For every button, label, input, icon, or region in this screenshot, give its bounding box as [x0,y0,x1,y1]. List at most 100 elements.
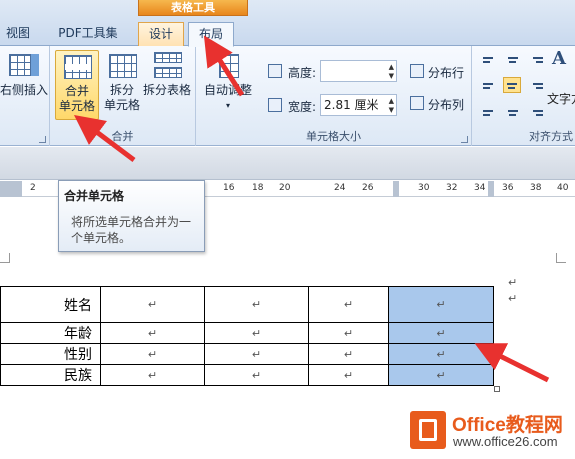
ruler-tick: 26 [362,183,374,193]
table-cell[interactable]: ↵ [308,322,389,344]
align-middle-right-icon[interactable] [528,78,546,94]
table-cell-label[interactable]: 民族 [0,364,101,386]
word-table[interactable]: 姓名 ↵ ↵ ↵ ↵ 年龄 ↵ ↵ ↵ ↵ 性别 ↵ ↵ ↵ ↵ 民族 ↵ ↵ … [0,286,494,386]
table-row: 年龄 ↵ ↵ ↵ ↵ [0,322,494,344]
table-cell[interactable]: ↵ [100,322,205,344]
alignment-group-label: 对齐方式 [529,130,573,143]
align-middle-center-icon[interactable] [503,77,521,93]
table-cell-selected[interactable]: ↵ [388,286,494,323]
insert-right-icon [9,50,39,80]
ribbon-layout-panel: 右侧插入 合并 单元格 拆分 单元格 拆分表格 合并 自动调整 ▾ 高度: ▲ … [0,46,575,146]
ribbon-footer-band [0,147,575,180]
text-direction-icon: A [552,48,566,69]
distribute-cols-icon [410,96,424,110]
split-cells-label-2: 单元格 [103,98,140,112]
merge-cells-tooltip: 合并单元格 将所选单元格合并为一个单元格。 [58,180,205,252]
tooltip-title: 合并单元格 [64,189,125,203]
page-corner-mark [556,253,566,263]
alignment-group: A 文字方 对齐方式 [472,46,575,146]
tab-design[interactable]: 设计 [138,22,184,46]
table-cell[interactable]: ↵ [204,322,309,344]
align-bottom-left-icon[interactable] [480,102,498,118]
ruler-tick: 18 [252,183,264,193]
watermark-url: www.office26.com [453,434,558,449]
tooltip-body: 将所选单元格合并为一个单元格。 [71,215,192,245]
table-cell[interactable]: ↵ [204,286,309,323]
ruler-tick: 24 [334,183,346,193]
insert-right-button[interactable]: 右侧插入 [0,50,48,98]
ruler-left-margin [0,181,22,197]
row-end-mark: ↵ [508,276,518,289]
cell-size-group-label: 单元格大小 [306,130,361,143]
distribute-rows-button[interactable]: 分布行 [428,64,464,81]
column-width-icon [268,98,282,112]
table-row: 姓名 ↵ ↵ ↵ ↵ [0,286,494,323]
width-input[interactable]: 2.81 厘米 ▲ ▼ [320,94,397,116]
split-cells-button[interactable]: 拆分 单元格 [102,50,142,113]
distribute-cols-button[interactable]: 分布列 [428,96,464,113]
width-value: 2.81 厘米 [324,98,379,112]
ruler-tick: 36 [502,183,514,193]
ruler-column-marker[interactable] [393,181,399,197]
height-up-icon[interactable]: ▲ [389,63,394,71]
height-label: 高度: [288,66,317,80]
table-row: 民族 ↵ ↵ ↵ ↵ [0,364,494,386]
table-tools-contextual-band: 表格工具 [138,0,248,16]
align-top-right-icon[interactable] [528,54,546,70]
ruler-column-marker[interactable] [488,181,494,197]
tab-pdf-tools[interactable]: PDF工具集 [48,22,128,46]
table-cell[interactable]: ↵ [308,343,389,365]
split-table-button[interactable]: 拆分表格 [142,50,192,98]
width-label: 宽度: [288,100,317,114]
row-height-icon [268,64,282,78]
tab-view[interactable]: 视图 [0,22,36,46]
ribbon-tab-strip: 表格工具 视图 PDF工具集 设计 布局 [0,0,575,47]
ruler-tick: 30 [418,183,430,193]
split-table-icon [152,50,182,80]
table-cell[interactable]: ↵ [308,364,389,386]
ruler-tick: 32 [446,183,458,193]
ruler-tick: 38 [530,183,542,193]
align-top-left-icon[interactable] [480,54,498,70]
rows-columns-group: 右侧插入 [0,46,50,146]
height-down-icon[interactable]: ▼ [389,72,394,80]
table-cell-label[interactable]: 姓名 [0,286,101,323]
merge-cells-icon [62,51,92,81]
ruler-tick: 34 [474,183,486,193]
height-input[interactable]: ▲ ▼ [320,60,397,82]
align-bottom-right-icon[interactable] [528,102,546,118]
autofit-button[interactable]: 自动调整 ▾ [202,50,254,113]
autofit-label: 自动调整 [203,83,252,97]
table-cell-selected[interactable]: ↵ [388,364,494,386]
cell-size-launcher-icon[interactable] [461,136,468,143]
split-table-label: 拆分表格 [142,83,191,97]
table-cell[interactable]: ↵ [100,343,205,365]
table-cell[interactable]: ↵ [204,364,309,386]
width-down-icon[interactable]: ▼ [389,106,394,114]
autofit-dropdown-icon[interactable]: ▾ [202,98,254,113]
width-up-icon[interactable]: ▲ [389,97,394,105]
merge-cells-label-2: 单元格 [58,99,95,113]
merge-group-label: 合并 [111,130,134,143]
table-cell-label[interactable]: 年龄 [0,322,101,344]
tab-layout[interactable]: 布局 [188,22,234,47]
align-middle-left-icon[interactable] [480,78,498,94]
split-cells-label-1: 拆分 [109,83,134,97]
table-cell[interactable]: ↵ [100,364,205,386]
rows-columns-launcher-icon[interactable] [39,136,46,143]
merge-cells-label-1: 合并 [64,84,89,98]
table-resize-handle[interactable] [494,386,500,392]
table-cell[interactable]: ↵ [204,343,309,365]
table-cell-selected[interactable]: ↵ [388,322,494,344]
text-direction-button[interactable]: 文字方 [547,90,575,107]
office-logo-icon [410,411,446,449]
table-cell[interactable]: ↵ [100,286,205,323]
align-top-center-icon[interactable] [504,54,522,70]
align-bottom-center-icon[interactable] [504,102,522,118]
table-cell-selected[interactable]: ↵ [388,343,494,365]
merge-cells-button[interactable]: 合并 单元格 [55,50,99,120]
merge-group: 合并 单元格 拆分 单元格 拆分表格 合并 [50,46,196,146]
insert-right-label: 右侧插入 [0,83,49,97]
table-cell-label[interactable]: 性别 [0,343,101,365]
table-cell[interactable]: ↵ [308,286,389,323]
